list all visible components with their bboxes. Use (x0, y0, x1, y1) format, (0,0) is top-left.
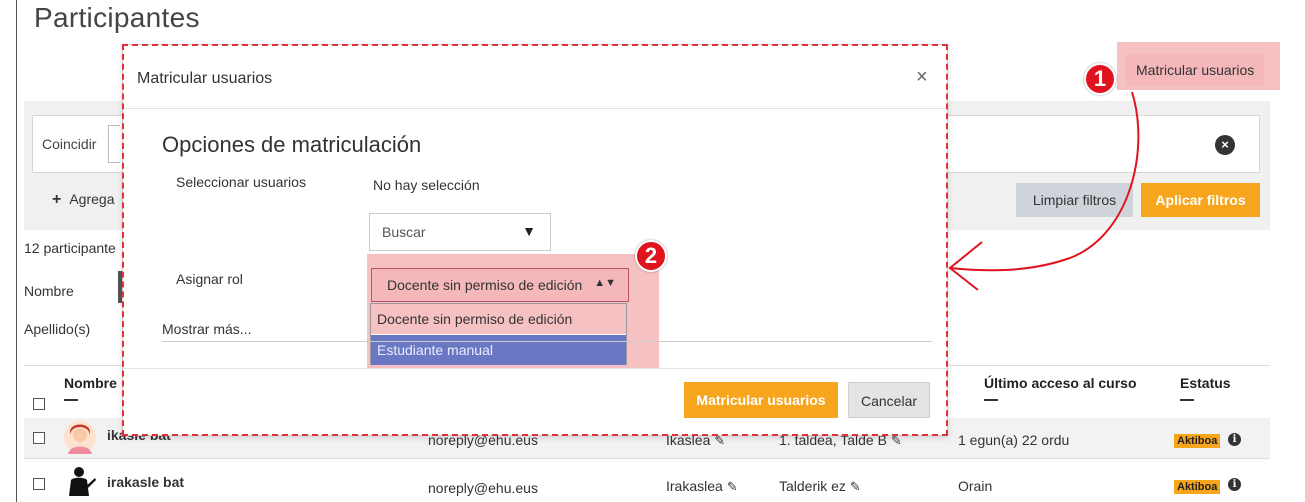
add-condition-label: Agrega (69, 191, 115, 207)
info-icon[interactable]: i (1228, 433, 1241, 446)
participant-email: noreply@ehu.eus (428, 480, 538, 496)
cancel-button[interactable]: Cancelar (848, 382, 930, 418)
step-marker-2: 2 (635, 240, 667, 272)
no-selection-text: No hay selección (373, 177, 480, 193)
info-icon[interactable]: i (1228, 478, 1241, 491)
enrol-users-top-button[interactable]: Matricular usuarios (1126, 54, 1265, 86)
status-badge: Aktiboa (1174, 480, 1221, 494)
circle-x-icon[interactable]: × (1215, 135, 1235, 155)
column-header-name[interactable]: Nombre (64, 375, 117, 391)
role-option[interactable]: Docente sin permiso de edición (371, 304, 626, 334)
first-name-initial-label: Nombre (24, 283, 74, 299)
assign-role-label: Asignar rol (176, 271, 243, 287)
row-checkbox[interactable] (33, 478, 45, 490)
page-title: Participantes (34, 2, 200, 33)
teacher-avatar-icon (69, 467, 96, 496)
role-text: Irakaslea (666, 478, 723, 494)
user-search-select[interactable]: Buscar ▼ (369, 213, 551, 251)
step-marker-1: 1 (1084, 63, 1116, 95)
show-more-link[interactable]: Mostrar más... (162, 321, 251, 337)
clear-filters-button[interactable]: Limpiar filtros (1016, 183, 1133, 217)
show-more-divider (162, 341, 932, 342)
modal-title: Matricular usuarios (137, 70, 273, 87)
plus-icon: + (52, 191, 62, 208)
match-select[interactable] (108, 125, 120, 163)
select-all-checkbox[interactable] (33, 398, 45, 410)
select-arrows-icon: ▲▼ (594, 277, 616, 289)
sort-dash-icon (64, 399, 78, 401)
sort-dash-icon (1180, 399, 1194, 401)
pencil-icon[interactable]: ✎ (850, 479, 861, 494)
last-name-initial-label: Apellido(s) (24, 321, 91, 337)
pencil-icon[interactable]: ✎ (727, 479, 738, 494)
enrol-options-title: Opciones de matriculación (162, 132, 422, 157)
close-icon[interactable]: × (916, 66, 928, 89)
participant-name[interactable]: irakasle bat (107, 474, 184, 490)
column-header-last-access[interactable]: Último acceso al curso (984, 375, 1137, 391)
apply-filters-button[interactable]: Aplicar filtros (1141, 183, 1260, 217)
match-label: Coincidir (42, 136, 97, 152)
group-text: Talderik ez (779, 478, 846, 494)
role-option-highlighted[interactable]: Estudiante manual (371, 335, 626, 365)
row-separator (24, 458, 1270, 459)
search-placeholder: Buscar (382, 224, 426, 240)
row-checkbox[interactable] (33, 432, 45, 444)
add-condition-button[interactable]: + Agrega (52, 191, 115, 209)
last-access: 1 egun(a) 22 ordu (958, 432, 1070, 448)
participants-count: 12 participante (24, 240, 116, 256)
dropdown-triangle-icon: ▼ (522, 223, 536, 239)
column-header-status[interactable]: Estatus (1180, 375, 1231, 391)
status-badge: Aktiboa (1174, 434, 1221, 448)
enrol-users-button[interactable]: Matricular usuarios (684, 382, 838, 418)
modal-footer-divider (123, 368, 947, 369)
role-dropdown-list: Docente sin permiso de edición Estudiant… (370, 303, 627, 365)
modal-header-divider (123, 108, 947, 109)
participant-role: Irakaslea ✎ (666, 478, 738, 495)
female-avatar-icon (64, 421, 96, 454)
select-users-label: Seleccionar usuarios (176, 174, 306, 190)
sort-dash-icon (984, 399, 998, 401)
participant-group: Talderik ez ✎ (779, 478, 861, 495)
last-access: Orain (958, 478, 993, 494)
role-select[interactable]: Docente sin permiso de edición ▲▼ (371, 268, 629, 302)
left-rule (16, 0, 17, 502)
role-selected-value: Docente sin permiso de edición (387, 277, 583, 293)
